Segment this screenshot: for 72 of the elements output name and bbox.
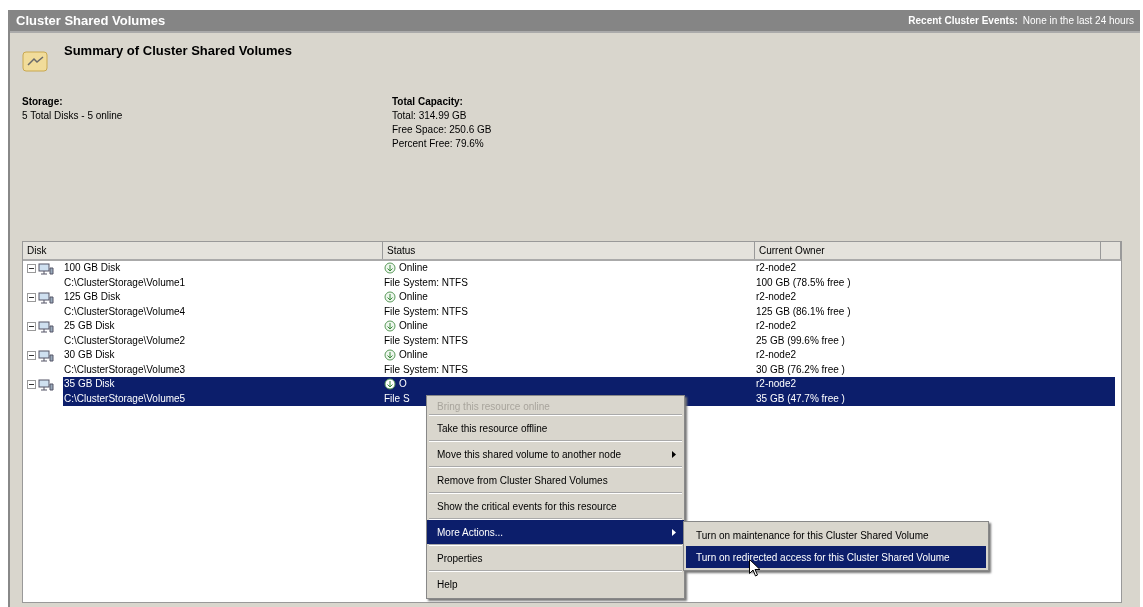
disk-name: 100 GB Disk bbox=[63, 261, 122, 275]
volume-path: C:\ClusterStorage\Volume2 bbox=[63, 333, 187, 348]
table-row[interactable]: 30 GB Disk Online r2-node2 C:\ClusterStorage\Volume3 File System: NTFS 30 GB (76.2% free ) bbox=[63, 348, 1115, 377]
table-row[interactable]: 25 GB Disk Online r2-node2 C:\ClusterStorage\Volume2 File System: NTFS 25 GB (99.6% free ) bbox=[63, 319, 1115, 348]
collapse-toggle-icon[interactable] bbox=[27, 264, 36, 273]
status-text: Online bbox=[399, 319, 428, 333]
owner-name: r2-node2 bbox=[755, 377, 798, 391]
disk-icon bbox=[38, 350, 54, 363]
disk-icon bbox=[38, 292, 54, 305]
column-header[interactable]: Disk bbox=[23, 242, 383, 259]
disk-name: 125 GB Disk bbox=[63, 290, 122, 304]
capacity-value: Percent Free: 79.6% bbox=[392, 138, 485, 149]
owner-name: r2-node2 bbox=[755, 290, 798, 304]
owner-name: r2-node2 bbox=[755, 261, 798, 275]
file-system: File System: NTFS bbox=[383, 333, 469, 348]
table-row[interactable]: 125 GB Disk Online r2-node2 C:\ClusterStorage\Volume4 File System: NTFS 125 GB (86.1% free ) bbox=[63, 290, 1115, 319]
status-text: Online bbox=[399, 348, 428, 362]
panel-title: Cluster Shared Volumes bbox=[16, 13, 166, 28]
volume-path: C:\ClusterStorage\Volume3 bbox=[63, 362, 187, 377]
disk-name: 30 GB Disk bbox=[63, 348, 116, 362]
capacity-value: Free Space: 250.6 GB bbox=[392, 124, 493, 135]
volume-size: 100 GB (78.5% free ) bbox=[755, 275, 852, 290]
status-text: Online bbox=[399, 261, 428, 275]
menu-item[interactable]: Take this resource offline bbox=[427, 416, 684, 440]
online-status-icon bbox=[384, 291, 396, 304]
volume-path: C:\ClusterStorage\Volume1 bbox=[63, 275, 187, 290]
menu-item[interactable]: Turn on maintenance for this Cluster Shared Volume bbox=[686, 524, 986, 546]
volume-size: 35 GB (47.7% free ) bbox=[755, 391, 846, 406]
collapse-toggle-icon[interactable] bbox=[27, 380, 36, 389]
file-system: File System: NTFS bbox=[383, 304, 469, 319]
capacity-label: Total Capacity: bbox=[392, 96, 464, 107]
online-status-icon bbox=[384, 262, 396, 275]
capacity-value: Total: 314.99 GB bbox=[392, 110, 468, 121]
file-system: File System: NTFS bbox=[383, 362, 469, 377]
column-header[interactable]: Status bbox=[383, 242, 755, 259]
owner-name: r2-node2 bbox=[755, 348, 798, 362]
status-text: O bbox=[399, 377, 407, 391]
volume-size: 25 GB (99.6% free ) bbox=[755, 333, 846, 348]
volume-size: 125 GB (86.1% free ) bbox=[755, 304, 852, 319]
menu-item[interactable]: Move this shared volume to another node bbox=[427, 442, 684, 466]
online-status-icon bbox=[384, 378, 396, 391]
mouse-cursor-icon bbox=[749, 559, 761, 577]
events-label: Recent Cluster Events: bbox=[908, 15, 1018, 26]
menu-item[interactable]: More Actions... bbox=[427, 520, 684, 544]
file-system: File System: NTFS bbox=[383, 275, 469, 290]
volume-path: C:\ClusterStorage\Volume5 bbox=[63, 391, 187, 406]
disk-name: 35 GB Disk bbox=[63, 377, 116, 391]
owner-name: r2-node2 bbox=[755, 319, 798, 333]
online-status-icon bbox=[384, 349, 396, 362]
menu-item[interactable]: Turn on redirected access for this Cluster Shared Volume bbox=[686, 546, 986, 568]
storage-label: Storage: bbox=[22, 96, 64, 107]
status-text: Online bbox=[399, 290, 428, 304]
storage-value: 5 Total Disks - 5 online bbox=[22, 110, 124, 121]
summary-heading: Summary of Cluster Shared Volumes bbox=[64, 43, 293, 58]
disk-icon bbox=[38, 263, 54, 276]
table-row[interactable]: 100 GB Disk Online r2-node2 C:\ClusterStorage\Volume1 File System: NTFS 100 GB (78.5% free ) bbox=[63, 261, 1115, 290]
column-header[interactable]: Current Owner bbox=[755, 242, 1101, 259]
events-value: None in the last 24 hours bbox=[1022, 15, 1134, 26]
disk-icon bbox=[38, 379, 54, 392]
online-status-icon bbox=[384, 320, 396, 333]
disk-icon bbox=[38, 321, 54, 334]
collapse-toggle-icon[interactable] bbox=[27, 322, 36, 331]
volumes-icon bbox=[22, 49, 48, 73]
menu-item[interactable]: Remove from Cluster Shared Volumes bbox=[427, 468, 684, 492]
collapse-toggle-icon[interactable] bbox=[27, 351, 36, 360]
menu-item[interactable]: Show the critical events for this resource bbox=[427, 494, 684, 518]
menu-item[interactable]: Properties bbox=[427, 546, 684, 570]
menu-item[interactable]: Help bbox=[427, 572, 684, 596]
volume-path: C:\ClusterStorage\Volume4 bbox=[63, 304, 187, 319]
volume-size: 30 GB (76.2% free ) bbox=[755, 362, 846, 377]
collapse-toggle-icon[interactable] bbox=[27, 293, 36, 302]
disk-name: 25 GB Disk bbox=[63, 319, 116, 333]
